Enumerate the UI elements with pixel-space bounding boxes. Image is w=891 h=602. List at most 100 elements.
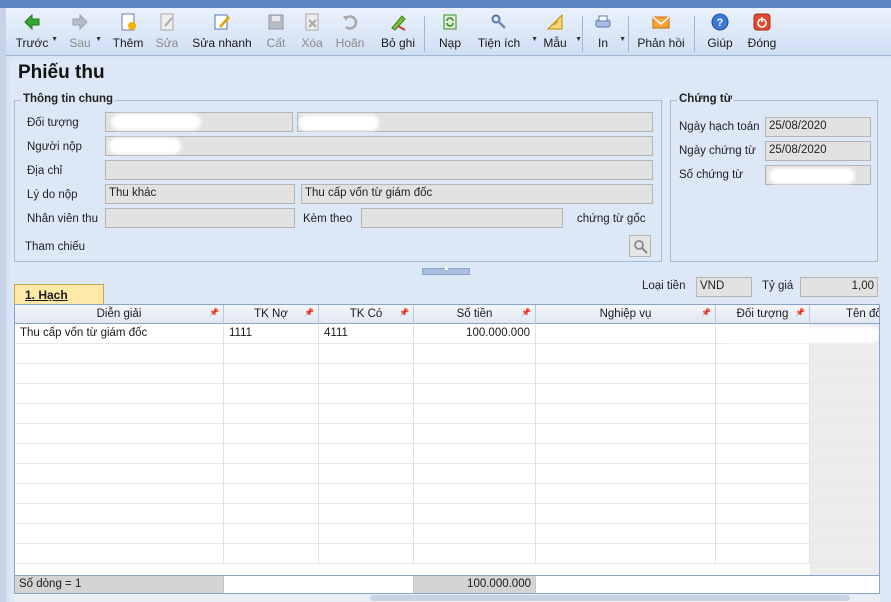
- ly-do-detail-field[interactable]: Thu cấp vốn từ giám đốc: [301, 184, 653, 204]
- table-cell[interactable]: [15, 384, 224, 404]
- template-dropdown-icon[interactable]: ▼: [575, 36, 582, 43]
- pin-icon[interactable]: 📌: [701, 308, 711, 317]
- table-cell[interactable]: [15, 524, 224, 544]
- table-cell[interactable]: [224, 544, 319, 564]
- table-cell[interactable]: [716, 404, 810, 424]
- table-cell[interactable]: [15, 504, 224, 524]
- table-cell[interactable]: [536, 504, 716, 524]
- quick-edit-button[interactable]: Sửa nhanh: [192, 10, 252, 54]
- table-cell[interactable]: 4111: [319, 324, 414, 344]
- dia-chi-field[interactable]: [105, 160, 653, 180]
- table-cell[interactable]: [810, 344, 879, 364]
- utilities-button[interactable]: Tiện ích ▼: [474, 10, 538, 54]
- save-button[interactable]: Cất: [262, 10, 290, 54]
- table-cell[interactable]: [536, 424, 716, 444]
- table-cell[interactable]: [810, 444, 879, 464]
- back-dropdown-icon[interactable]: ▼: [51, 36, 58, 43]
- table-cell[interactable]: [224, 344, 319, 364]
- forward-dropdown-icon[interactable]: ▼: [95, 36, 102, 43]
- collapse-splitter[interactable]: ▲: [422, 265, 470, 275]
- reload-button[interactable]: Nạp: [432, 10, 468, 54]
- table-cell[interactable]: [716, 484, 810, 504]
- table-cell[interactable]: [319, 364, 414, 384]
- table-cell[interactable]: [810, 464, 879, 484]
- utilities-dropdown-icon[interactable]: ▼: [531, 36, 538, 43]
- table-cell[interactable]: [716, 384, 810, 404]
- table-cell[interactable]: [224, 384, 319, 404]
- table-row[interactable]: [15, 404, 879, 424]
- table-cell[interactable]: [224, 464, 319, 484]
- kem-theo-field[interactable]: [361, 208, 563, 228]
- table-cell[interactable]: [319, 344, 414, 364]
- table-cell[interactable]: [319, 484, 414, 504]
- column-header-tk-co[interactable]: TK Có 📌: [319, 305, 414, 324]
- table-cell[interactable]: [319, 444, 414, 464]
- pin-icon[interactable]: 📌: [795, 308, 805, 317]
- table-cell[interactable]: [15, 544, 224, 564]
- ly-do-select[interactable]: Thu khác: [105, 184, 295, 204]
- table-cell[interactable]: [224, 524, 319, 544]
- table-cell[interactable]: [15, 344, 224, 364]
- table-cell[interactable]: [414, 544, 536, 564]
- table-row[interactable]: [15, 524, 879, 544]
- table-cell[interactable]: [536, 464, 716, 484]
- ngay-hach-toan-field[interactable]: 25/08/2020: [765, 117, 871, 137]
- nhan-vien-field[interactable]: [105, 208, 295, 228]
- table-cell[interactable]: [810, 544, 879, 564]
- table-cell[interactable]: [536, 544, 716, 564]
- table-cell[interactable]: 100.000.000: [414, 324, 536, 344]
- table-row[interactable]: [15, 444, 879, 464]
- table-cell[interactable]: [536, 404, 716, 424]
- help-button[interactable]: ? Giúp: [702, 10, 738, 54]
- ngay-chung-tu-field[interactable]: 25/08/2020: [765, 141, 871, 161]
- table-cell[interactable]: [414, 504, 536, 524]
- table-cell[interactable]: [319, 464, 414, 484]
- table-cell[interactable]: 1111: [224, 324, 319, 344]
- table-cell[interactable]: [414, 424, 536, 444]
- table-cell[interactable]: [716, 344, 810, 364]
- reference-button[interactable]: [629, 235, 651, 257]
- table-cell[interactable]: [536, 384, 716, 404]
- table-row[interactable]: [15, 464, 879, 484]
- table-cell[interactable]: [15, 444, 224, 464]
- table-cell[interactable]: [224, 484, 319, 504]
- column-header-so-tien[interactable]: Số tiền 📌: [414, 305, 536, 324]
- table-row[interactable]: [15, 344, 879, 364]
- table-cell[interactable]: [414, 484, 536, 504]
- table-cell[interactable]: [414, 384, 536, 404]
- table-cell[interactable]: [810, 504, 879, 524]
- table-cell[interactable]: [810, 404, 879, 424]
- delete-button[interactable]: Xóa: [298, 10, 326, 54]
- table-cell[interactable]: [224, 364, 319, 384]
- table-row[interactable]: [15, 504, 879, 524]
- tab-hach-toan[interactable]: 1. Hạch toán: [14, 284, 104, 316]
- column-header-tk-no[interactable]: TK Nợ 📌: [224, 305, 319, 324]
- table-cell[interactable]: [536, 484, 716, 504]
- table-cell[interactable]: [224, 444, 319, 464]
- currency-select[interactable]: VND: [696, 277, 752, 297]
- table-cell[interactable]: [319, 504, 414, 524]
- pin-icon[interactable]: 📌: [304, 308, 314, 317]
- table-cell[interactable]: [414, 464, 536, 484]
- table-cell[interactable]: [319, 404, 414, 424]
- forward-button[interactable]: Sau ▼: [64, 10, 102, 54]
- unpost-button[interactable]: Bỏ ghi: [378, 10, 418, 54]
- table-cell[interactable]: [716, 504, 810, 524]
- table-cell[interactable]: [716, 364, 810, 384]
- table-cell[interactable]: [716, 444, 810, 464]
- table-row[interactable]: [15, 384, 879, 404]
- table-cell[interactable]: [414, 524, 536, 544]
- table-cell[interactable]: [319, 384, 414, 404]
- print-button[interactable]: In ▼: [590, 10, 626, 54]
- table-cell[interactable]: [810, 364, 879, 384]
- table-cell[interactable]: [716, 464, 810, 484]
- table-cell[interactable]: [414, 364, 536, 384]
- table-cell[interactable]: [15, 364, 224, 384]
- feedback-button[interactable]: Phản hồi: [636, 10, 686, 54]
- table-cell[interactable]: [15, 464, 224, 484]
- table-cell[interactable]: Thu cấp vốn từ giám đốc: [15, 324, 224, 344]
- pin-icon[interactable]: 📌: [399, 308, 409, 317]
- close-button[interactable]: Đóng: [744, 10, 780, 54]
- table-cell[interactable]: [319, 524, 414, 544]
- table-cell[interactable]: [716, 544, 810, 564]
